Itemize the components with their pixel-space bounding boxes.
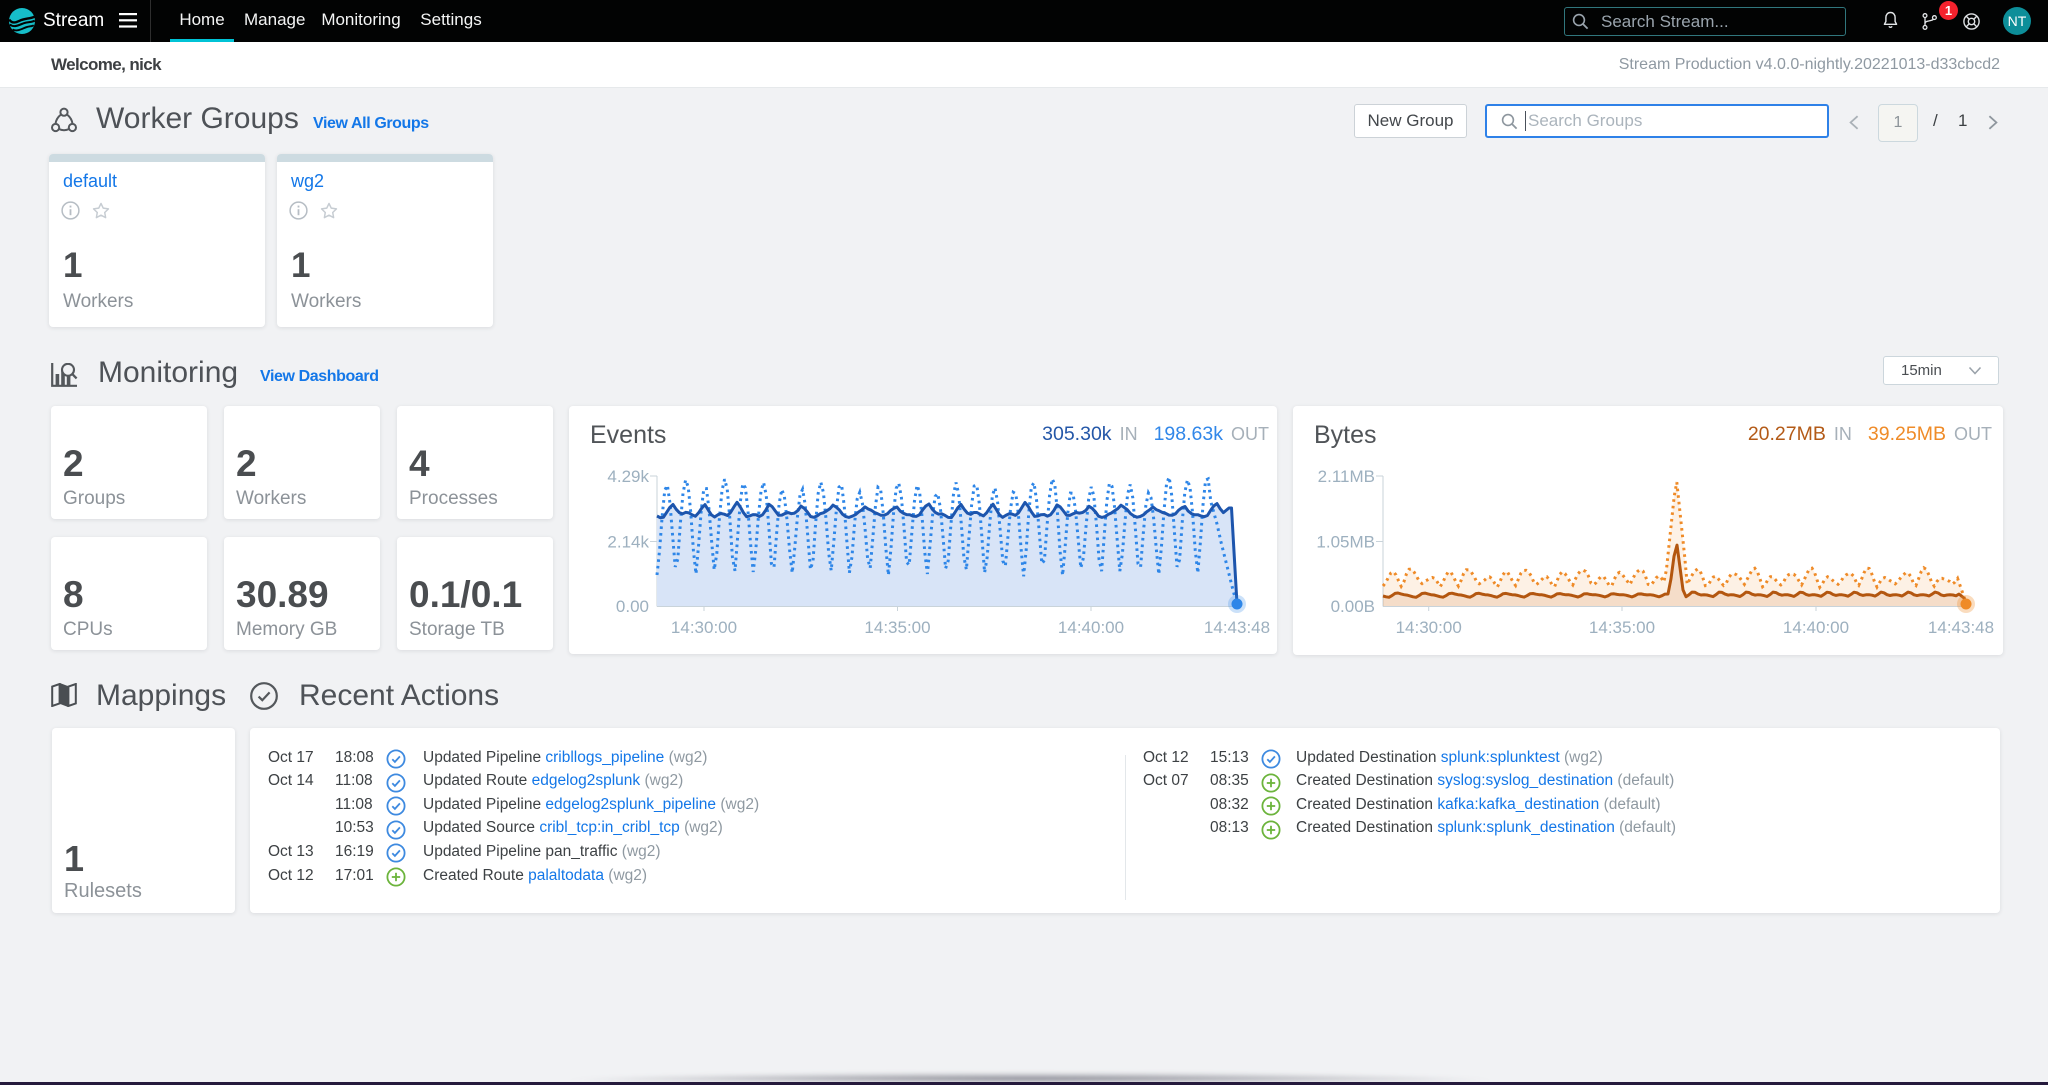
svg-text:14:35:00: 14:35:00 (1589, 618, 1655, 637)
svg-text:14:30:00: 14:30:00 (1396, 618, 1462, 637)
svg-text:1.05MB: 1.05MB (1316, 533, 1375, 552)
svg-text:14:43:48: 14:43:48 (1204, 618, 1270, 637)
svg-text:14:40:00: 14:40:00 (1058, 618, 1124, 637)
svg-text:2.11MB: 2.11MB (1318, 467, 1375, 486)
svg-text:14:43:48: 14:43:48 (1928, 618, 1994, 637)
svg-text:0.00B: 0.00B (1331, 597, 1375, 616)
svg-text:0.00: 0.00 (616, 597, 649, 616)
svg-text:14:30:00: 14:30:00 (671, 618, 737, 637)
svg-text:2.14k: 2.14k (607, 533, 649, 552)
svg-text:4.29k: 4.29k (607, 467, 649, 486)
svg-text:14:40:00: 14:40:00 (1783, 618, 1849, 637)
svg-text:14:35:00: 14:35:00 (864, 618, 930, 637)
